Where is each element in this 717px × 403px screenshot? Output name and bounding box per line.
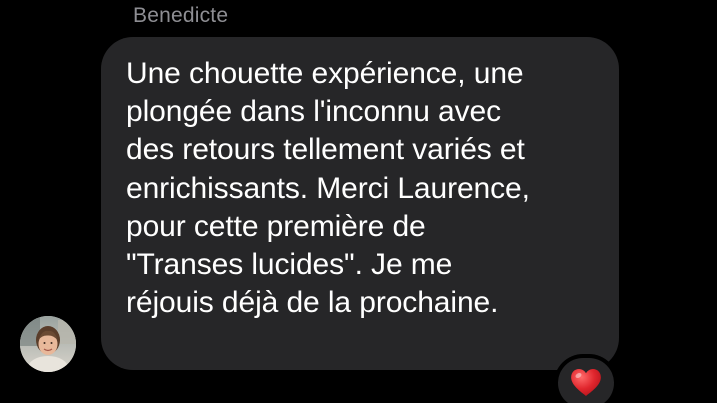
sender-avatar[interactable] xyxy=(20,316,76,372)
person-photo-avatar-icon xyxy=(20,316,76,372)
message-bubble[interactable]: Une chouette expérience, une plongée dan… xyxy=(101,37,619,370)
message-line: des retours tellement variés et xyxy=(126,133,525,167)
message-line: plongée dans l'inconnu avec xyxy=(126,95,501,129)
heart-reaction-badge[interactable] xyxy=(558,358,614,403)
message-line: "Transes lucides". Je me xyxy=(126,248,453,282)
message-line: Une chouette expérience, une xyxy=(126,57,524,90)
sender-name: Benedicte xyxy=(133,4,229,27)
message-line: pour cette première de xyxy=(126,209,426,243)
heart-icon xyxy=(571,369,601,396)
chat-screen: Benedicte Une chouette expérience, une p… xyxy=(0,0,717,403)
message-line: enrichissants. Merci Laurence, xyxy=(126,171,530,205)
message-line: réjouis déjà de la prochaine. xyxy=(126,286,499,320)
